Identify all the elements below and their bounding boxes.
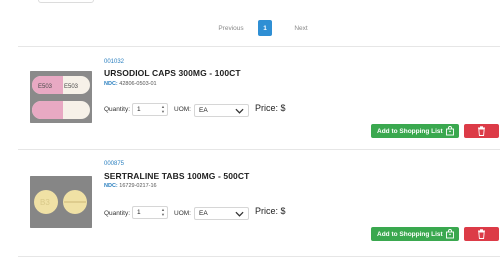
- product-ndc: NDC: 16729-0217-16: [104, 183, 157, 189]
- trash-icon: [478, 126, 485, 136]
- product-ndc: NDC: 42806-0503-01: [104, 81, 157, 87]
- trash-icon: [478, 229, 485, 239]
- ndc-value: 16729-0217-16: [119, 183, 157, 189]
- pagination: Previous 1 Next: [0, 20, 500, 38]
- stepper-arrows-icon[interactable]: ▲ ▼: [161, 207, 165, 217]
- price: Price: $: [255, 103, 286, 113]
- quantity-value: 1: [137, 209, 141, 216]
- product-image[interactable]: E503 E503: [30, 71, 92, 123]
- divider: [18, 256, 500, 257]
- add-button-label: Add to Shopping List: [377, 230, 443, 238]
- add-to-shopping-list-button[interactable]: Add to Shopping List: [371, 124, 459, 138]
- uom-select[interactable]: EA: [194, 104, 249, 117]
- ndc-value: 42806-0503-01: [119, 81, 157, 87]
- shopping-bag-icon: [446, 126, 454, 136]
- quantity-value: 1: [137, 106, 141, 113]
- divider: [18, 149, 500, 150]
- chevron-down-icon: [235, 211, 244, 217]
- uom-value: EA: [199, 210, 208, 217]
- product-title: SERTRALINE TABS 100MG - 500CT: [104, 171, 250, 181]
- uom-label: UOM:: [174, 106, 191, 113]
- uom-select[interactable]: EA: [194, 207, 249, 220]
- uom-label: UOM:: [174, 210, 191, 217]
- pagination-previous-button[interactable]: Previous: [211, 20, 251, 36]
- chevron-down-icon: [235, 108, 244, 114]
- svg-text:E503: E503: [64, 84, 79, 90]
- svg-text:B3: B3: [40, 198, 50, 207]
- add-button-label: Add to Shopping List: [377, 127, 443, 135]
- quantity-stepper[interactable]: 1 ▲ ▼: [132, 206, 168, 219]
- product-sku[interactable]: 000875: [104, 161, 124, 167]
- ndc-label: NDC:: [104, 81, 118, 87]
- product-title: URSODIOL CAPS 300MG - 100CT: [104, 68, 241, 78]
- svg-text:E503: E503: [38, 84, 53, 90]
- delete-button[interactable]: [464, 227, 499, 241]
- product-sku[interactable]: 001032: [104, 59, 124, 65]
- quantity-stepper[interactable]: 1 ▲ ▼: [132, 103, 168, 116]
- product-card: B3 000875 SERTRALINE TABS 100MG - 500CT …: [0, 154, 500, 254]
- price: Price: $: [255, 206, 286, 216]
- ndc-label: NDC:: [104, 183, 118, 189]
- shopping-bag-icon: [446, 229, 454, 239]
- product-card: E503 E503 001032 URSODIOL CAPS 300MG - 1…: [0, 46, 500, 146]
- quantity-label: Quantity:: [104, 210, 131, 217]
- pagination-page-1-button[interactable]: 1: [258, 20, 272, 36]
- top-field-remnant: [38, 0, 94, 3]
- product-image[interactable]: B3: [30, 176, 92, 228]
- quantity-label: Quantity:: [104, 106, 131, 113]
- pagination-next-button[interactable]: Next: [282, 20, 320, 36]
- add-to-shopping-list-button[interactable]: Add to Shopping List: [371, 227, 459, 241]
- stepper-arrows-icon[interactable]: ▲ ▼: [161, 104, 165, 114]
- uom-value: EA: [199, 107, 208, 114]
- delete-button[interactable]: [464, 124, 499, 138]
